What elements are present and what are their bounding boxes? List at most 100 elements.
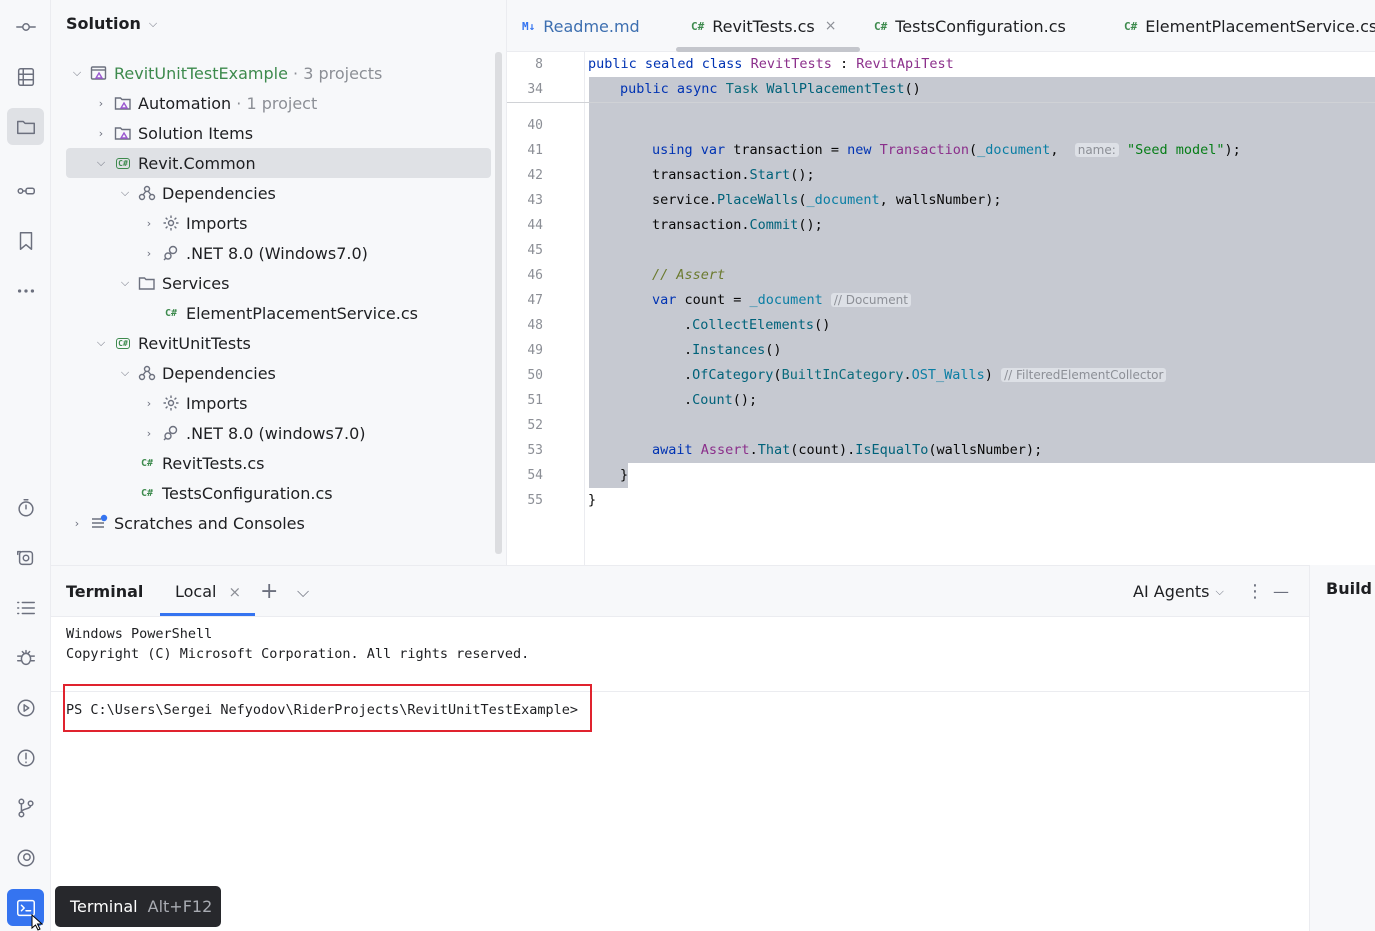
tree-item-label: RevitUnitTests (138, 333, 251, 353)
more-tools-button[interactable] (7, 272, 44, 309)
tree-item-net-framework[interactable]: › .NET 8.0 (Windows7.0) (138, 238, 368, 268)
chevron-down-icon[interactable]: ⌵ (66, 66, 88, 80)
code-token: await (652, 442, 693, 458)
problems-button[interactable] (7, 739, 44, 776)
line-number: 40 (527, 118, 543, 133)
solution-folder-icon (112, 93, 134, 113)
tree-item-revit-common[interactable]: ⌵ C# Revit.Common (66, 148, 491, 178)
chevron-right-icon[interactable]: › (138, 397, 160, 410)
terminal-tab-local[interactable]: Local × (175, 566, 241, 617)
tree-item-net-framework[interactable]: › .NET 8.0 (windows7.0) (138, 418, 366, 448)
minimize-button[interactable]: — (1273, 566, 1289, 617)
terminal-output-line: Windows PowerShell (66, 626, 213, 642)
chevron-down-icon[interactable]: ⌵ (90, 156, 112, 170)
tab-element-placement-service[interactable]: C# ElementPlacementService.cs (1124, 0, 1375, 52)
line-number: 54 (527, 468, 543, 483)
line-number: 41 (527, 143, 543, 158)
code-token: (count). (790, 442, 856, 458)
parameter-hint: name: (1074, 143, 1119, 157)
tree-item-label: Imports (186, 393, 248, 413)
project-button[interactable] (7, 108, 44, 145)
structure-button[interactable] (7, 58, 44, 95)
ai-agents-button[interactable]: AI Agents ⌵ (1133, 566, 1224, 617)
line-number: 34 (527, 82, 543, 97)
line-number: 42 (527, 168, 543, 183)
tree-item-label: RevitUnitTestExample (114, 63, 288, 83)
chevron-down-icon[interactable]: ⌵ (114, 366, 136, 380)
unit-tests-button[interactable] (7, 539, 44, 576)
chevron-right-icon[interactable]: › (138, 247, 160, 260)
line-number: 55 (527, 493, 543, 508)
close-icon[interactable]: × (825, 18, 837, 34)
build-title[interactable]: Build (1326, 579, 1372, 598)
tree-item-label: Services (162, 273, 230, 293)
type-hint: // FilteredElementCollector (1001, 368, 1167, 382)
chevron-down-icon[interactable]: ⌵ (90, 336, 112, 350)
chevron-down-icon[interactable]: ⌵ (114, 186, 136, 200)
code-token: (); (732, 392, 758, 408)
tab-readme[interactable]: M↓ Readme.md (522, 0, 640, 52)
tree-item-label: Dependencies (162, 363, 276, 383)
chevron-right-icon[interactable]: › (90, 97, 112, 110)
tree-item-solution-items[interactable]: › Solution Items (90, 118, 253, 148)
tree-item-label: Revit.Common (138, 153, 256, 173)
code-token: ) (984, 367, 993, 383)
csharp-file-icon: C# (1124, 19, 1138, 33)
code-token: _document (806, 192, 880, 208)
code-token: . (903, 367, 912, 383)
code-area[interactable]: public sealed class RevitTests : RevitAp… (586, 52, 1375, 565)
more-icon (17, 288, 34, 293)
tab-tests-configuration[interactable]: C# TestsConfiguration.cs (874, 0, 1066, 52)
code-token: IsEqualTo (855, 442, 929, 458)
commit-button[interactable] (7, 8, 44, 45)
code-token: OST_Walls (911, 367, 985, 383)
chevron-right-icon[interactable]: › (138, 217, 160, 230)
profiler-button[interactable] (7, 489, 44, 526)
code-token: , (1050, 142, 1067, 158)
chevron-right-icon[interactable]: › (138, 427, 160, 440)
tree-item-revit-unit-tests[interactable]: ⌵ C# RevitUnitTests (90, 328, 251, 358)
line-number: 45 (527, 243, 543, 258)
solution-scrollbar[interactable] (495, 52, 502, 554)
code-token: WallPlacementTest (766, 81, 905, 97)
code-token: RevitTests (750, 56, 832, 72)
tree-item-services[interactable]: ⌵ Services (114, 268, 230, 298)
solution-folder-icon (112, 123, 134, 143)
chevron-down-icon[interactable]: ⌵ (114, 276, 136, 290)
terminal-dropdown-button[interactable]: ⌵ (297, 566, 309, 617)
services-button[interactable] (7, 839, 44, 876)
tree-item-scratches[interactable]: › Scratches and Consoles (66, 508, 305, 538)
csharp-project-icon: C# (116, 157, 130, 169)
code-token: : (831, 56, 857, 72)
tree-item-imports[interactable]: › Imports (138, 208, 248, 238)
debug-button[interactable] (7, 639, 44, 676)
tree-item-dependencies[interactable]: ⌵ Dependencies (114, 358, 276, 388)
run-button[interactable] (7, 689, 44, 726)
tree-item-element-placement-service[interactable]: C# ElementPlacementService.cs (160, 298, 418, 328)
chevron-right-icon[interactable]: › (66, 517, 88, 530)
code-token: (); (798, 217, 823, 233)
add-terminal-button[interactable]: + (260, 566, 278, 617)
tree-item-imports[interactable]: › Imports (138, 388, 248, 418)
more-options-button[interactable]: ⋮ (1246, 566, 1264, 617)
git-button[interactable] (7, 789, 44, 826)
chevron-right-icon[interactable]: › (90, 127, 112, 140)
csharp-file-icon: C# (874, 19, 888, 33)
line-number: 50 (527, 368, 543, 383)
solution-header[interactable]: Solution ⌵ (66, 14, 157, 33)
code-token: Start (749, 167, 791, 183)
code-line: using var transaction = new Transaction(… (652, 138, 1241, 163)
code-token: BuiltInCategory (781, 367, 904, 383)
tree-item-tests-configuration-file[interactable]: C# TestsConfiguration.cs (136, 478, 333, 508)
close-icon[interactable]: × (228, 583, 241, 601)
tab-revit-tests[interactable]: C# RevitTests.cs × (691, 0, 836, 52)
tree-item-automation[interactable]: › Automation · 1 project (90, 88, 317, 118)
tree-item-dependencies[interactable]: ⌵ Dependencies (114, 178, 276, 208)
todo-button[interactable] (7, 589, 44, 626)
code-token: , wallsNumber); (879, 192, 1002, 208)
bookmarks-button[interactable] (7, 222, 44, 259)
tree-item-solution[interactable]: ⌵ RevitUnitTestExample · 3 projects (66, 58, 383, 88)
pull-requests-button[interactable] (7, 172, 44, 209)
code-token: } (588, 492, 597, 508)
tree-item-revit-tests-file[interactable]: C# RevitTests.cs (136, 448, 265, 478)
